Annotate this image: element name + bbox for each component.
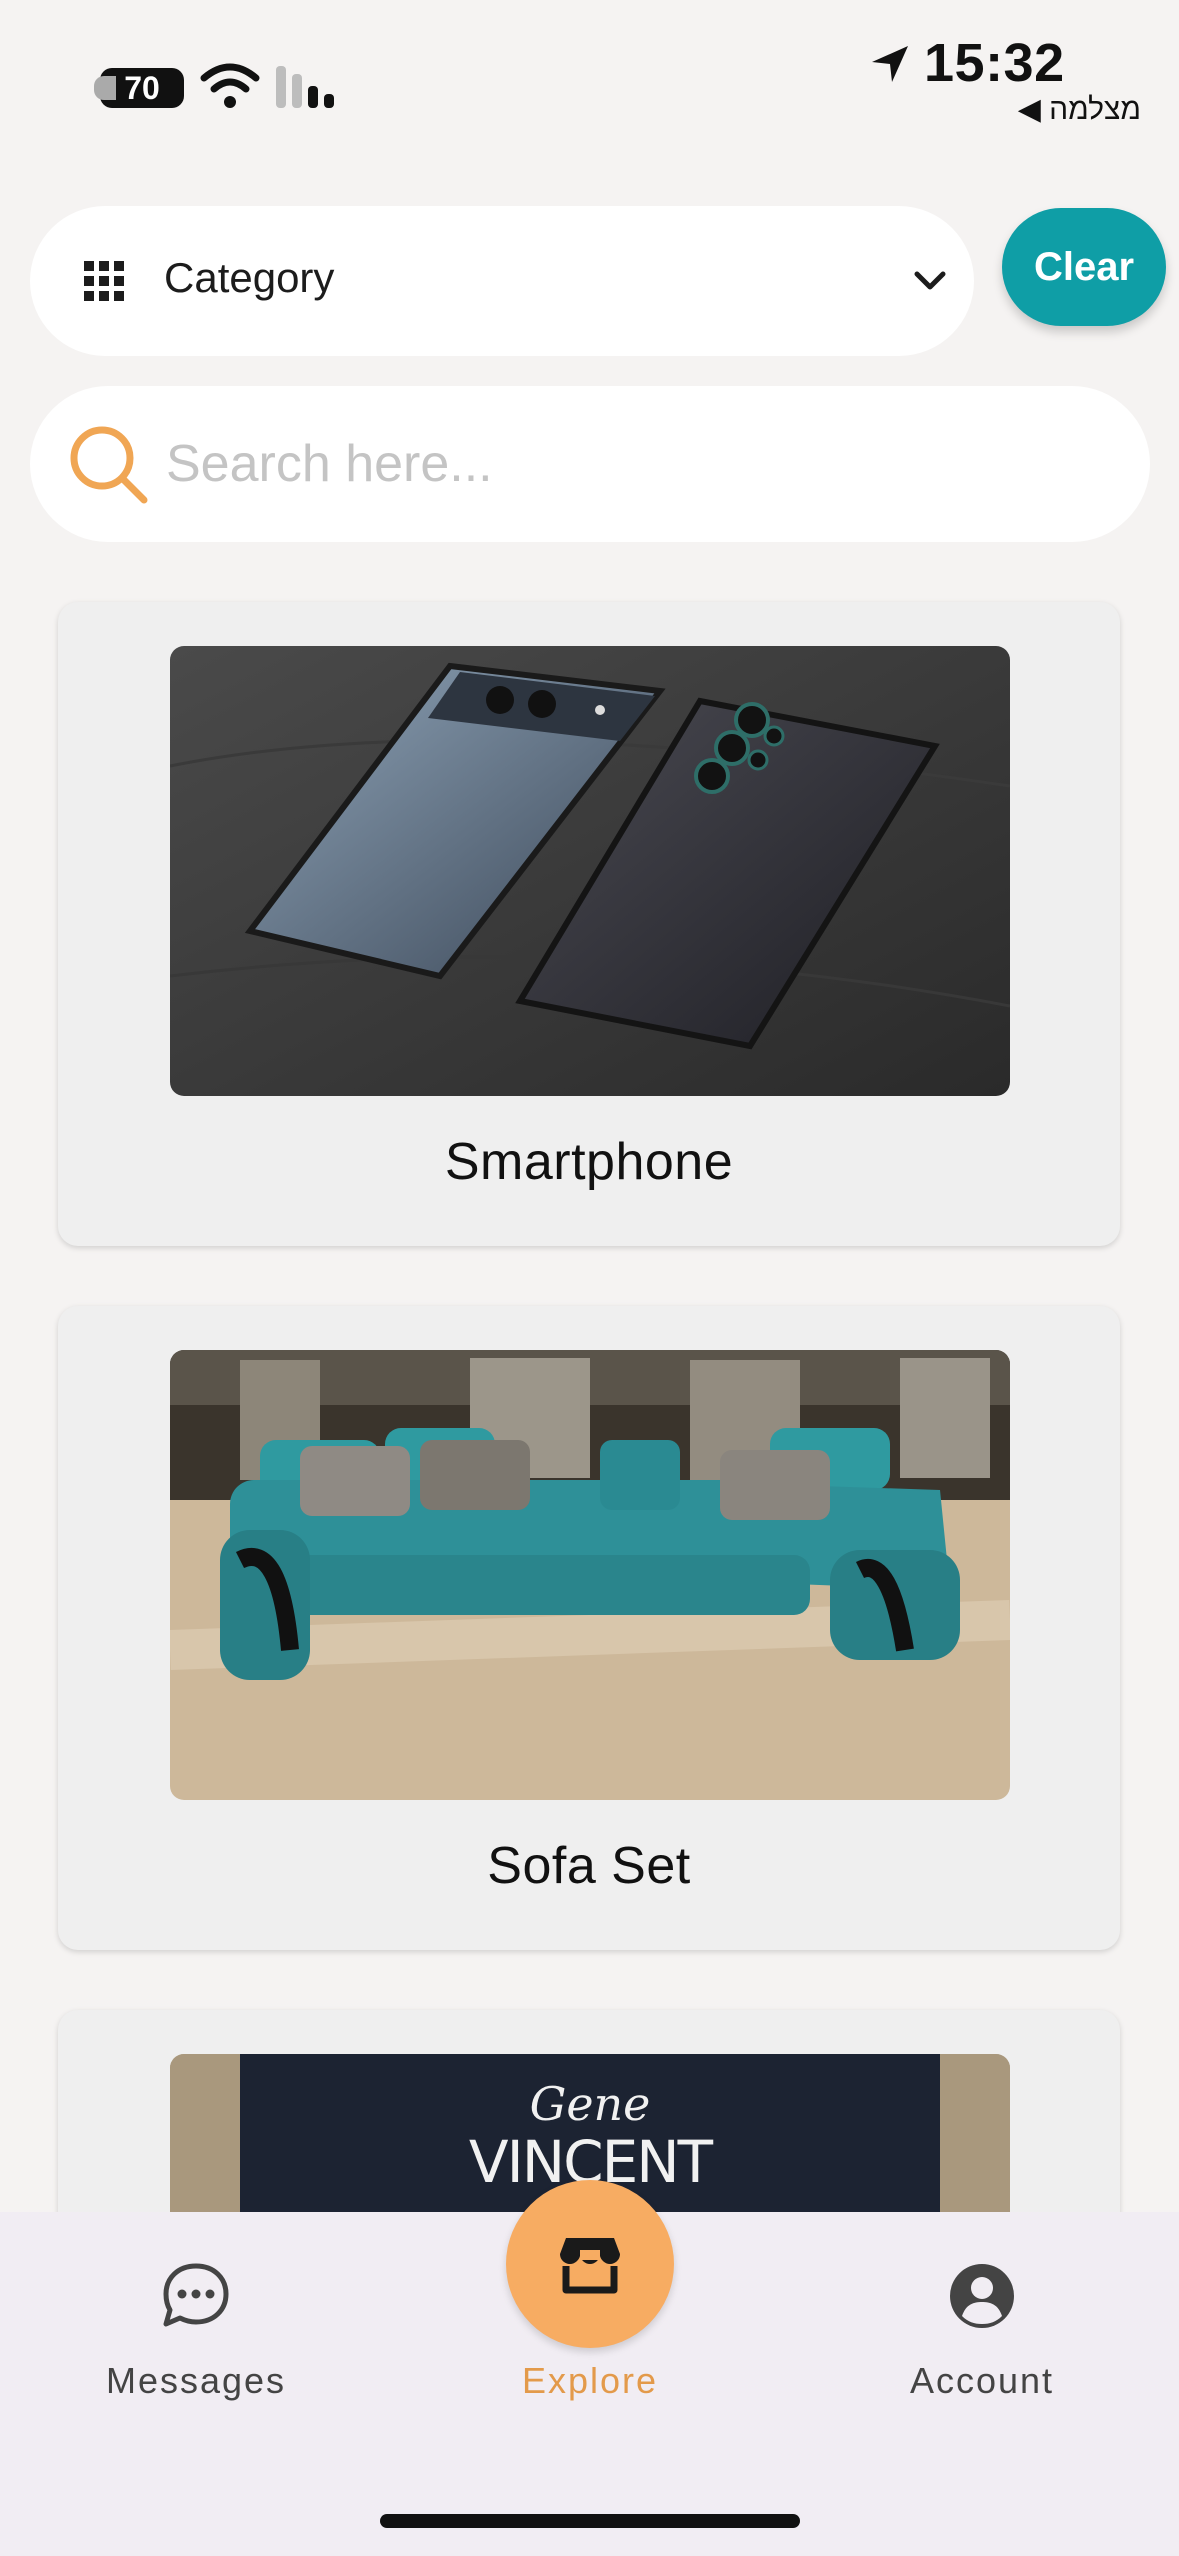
smartphone-image xyxy=(170,646,1010,1096)
explore-button[interactable] xyxy=(506,2180,674,2348)
nav-label-account: Account xyxy=(909,2360,1055,2401)
search-input[interactable] xyxy=(166,422,1066,506)
listing-title: Sofa Set xyxy=(487,1837,691,1895)
signal-strength-icon xyxy=(276,66,334,108)
sofa-photo xyxy=(170,1350,1010,1800)
screen: 70 15:32 מצלמה ◀ Category Clear Search h… xyxy=(0,0,1179,2556)
wifi-icon xyxy=(200,63,260,108)
category-label: Category xyxy=(164,254,335,301)
tshirt-print-line1: Gene xyxy=(530,2077,651,2131)
listing-card[interactable]: Sofa Set xyxy=(58,1306,1120,1950)
listing-card[interactable]: Smartphone xyxy=(58,602,1120,1246)
nav-label-explore: Explore xyxy=(521,2360,659,2401)
home-indicator[interactable] xyxy=(380,2514,800,2528)
account-circle-icon xyxy=(950,2264,1014,2328)
nav-item-account[interactable]: Account xyxy=(832,2212,1132,2462)
listing-title: Smartphone xyxy=(444,1133,734,1191)
back-to-app-link[interactable]: מצלמה ◀ xyxy=(1018,92,1141,127)
category-select[interactable]: Category xyxy=(30,206,974,356)
sofa-image xyxy=(170,1350,1010,1800)
grid-icon xyxy=(84,261,124,301)
status-time: 15:32 xyxy=(924,33,1065,93)
search-icon xyxy=(70,426,148,504)
chevron-down-icon xyxy=(914,271,946,290)
location-arrow-icon xyxy=(872,46,908,82)
nav-item-messages[interactable]: Messages xyxy=(46,2212,346,2462)
nav-label-messages: Messages xyxy=(105,2360,287,2401)
smartphone-photo xyxy=(170,646,1010,1096)
search-bar[interactable] xyxy=(30,386,1150,542)
status-bar: 70 15:32 מצלמה ◀ xyxy=(0,0,1179,140)
battery-level: 70 xyxy=(124,70,160,106)
storefront-icon xyxy=(560,2238,620,2294)
battery-indicator: 70 xyxy=(94,68,184,108)
chat-bubble-icon xyxy=(163,2263,229,2327)
clear-button[interactable]: Clear xyxy=(1002,208,1166,326)
